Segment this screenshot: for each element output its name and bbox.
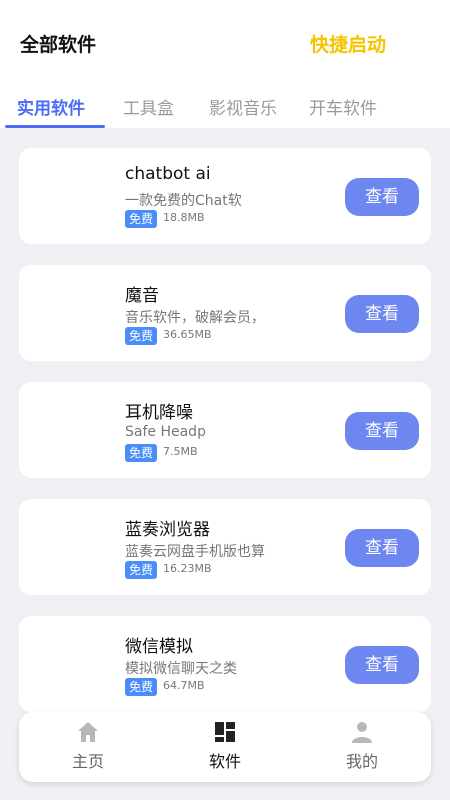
app-description: 音乐软件，破解会员，	[125, 310, 265, 326]
app-card[interactable]: 蓝奏浏览器 蓝奏云网盘手机版也算 免费 16.23MB 查看	[19, 499, 431, 595]
quick-start-link[interactable]: 快捷启动	[310, 30, 386, 57]
nav-label: 软件	[208, 752, 241, 771]
free-badge: 免费	[125, 444, 158, 462]
user-icon	[352, 722, 372, 743]
page-title: 全部软件	[20, 34, 97, 56]
nav-mine[interactable]: 我的	[322, 720, 402, 778]
app-name: 魔音	[125, 286, 159, 306]
free-badge: 免费	[125, 561, 158, 579]
header: 全部软件 快捷启动 实用软件 工具盒 影视音乐 开车软件	[0, 0, 450, 128]
app-size: 7.5MB	[163, 445, 198, 458]
free-badge: 免费	[125, 678, 158, 696]
tab-driving-software[interactable]: 开车软件	[309, 94, 377, 119]
app-name: 耳机降噪	[125, 403, 193, 423]
app-name: 微信模拟	[125, 637, 193, 657]
free-badge: 免费	[125, 210, 158, 228]
app-description: 蓝奏云网盘手机版也算	[125, 544, 265, 560]
view-button[interactable]: 查看	[345, 178, 419, 216]
app-card[interactable]: 魔音 音乐软件，破解会员， 免费 36.65MB 查看	[19, 265, 431, 361]
app-description: Safe Headp	[125, 424, 206, 440]
app-card[interactable]: 微信模拟 模拟微信聊天之类 免费 64.7MB 查看	[19, 616, 431, 712]
app-card[interactable]: 耳机降噪 Safe Headp 免费 7.5MB 查看	[19, 382, 431, 478]
app-size: 36.65MB	[163, 328, 212, 341]
active-tab-indicator	[5, 125, 105, 128]
app-card[interactable]: chatbot ai 一款免费的Chat软 免费 18.8MB 查看	[19, 148, 431, 244]
app-size: 64.7MB	[163, 679, 205, 692]
tab-bar: 实用软件 工具盒 影视音乐 开车软件	[0, 92, 450, 128]
view-button[interactable]: 查看	[345, 646, 419, 684]
app-size: 16.23MB	[163, 562, 212, 575]
app-name: 蓝奏浏览器	[125, 520, 210, 540]
apps-icon	[215, 722, 235, 742]
app-name: chatbot ai	[125, 164, 211, 184]
free-badge: 免费	[125, 327, 158, 345]
home-icon	[78, 722, 98, 742]
nav-label: 主页	[71, 752, 104, 771]
view-button[interactable]: 查看	[345, 412, 419, 450]
bottom-nav: 主页 软件 我的	[19, 712, 431, 782]
nav-label: 我的	[345, 752, 378, 771]
view-button[interactable]: 查看	[345, 529, 419, 567]
tab-practical-software[interactable]: 实用软件	[17, 94, 85, 119]
tab-movie-music[interactable]: 影视音乐	[209, 94, 277, 119]
app-size: 18.8MB	[163, 211, 205, 224]
nav-software[interactable]: 软件	[185, 720, 265, 778]
nav-home[interactable]: 主页	[48, 720, 128, 778]
view-button[interactable]: 查看	[345, 295, 419, 333]
app-description: 一款免费的Chat软	[125, 193, 242, 209]
tab-toolbox[interactable]: 工具盒	[123, 94, 174, 119]
app-description: 模拟微信聊天之类	[125, 661, 237, 677]
